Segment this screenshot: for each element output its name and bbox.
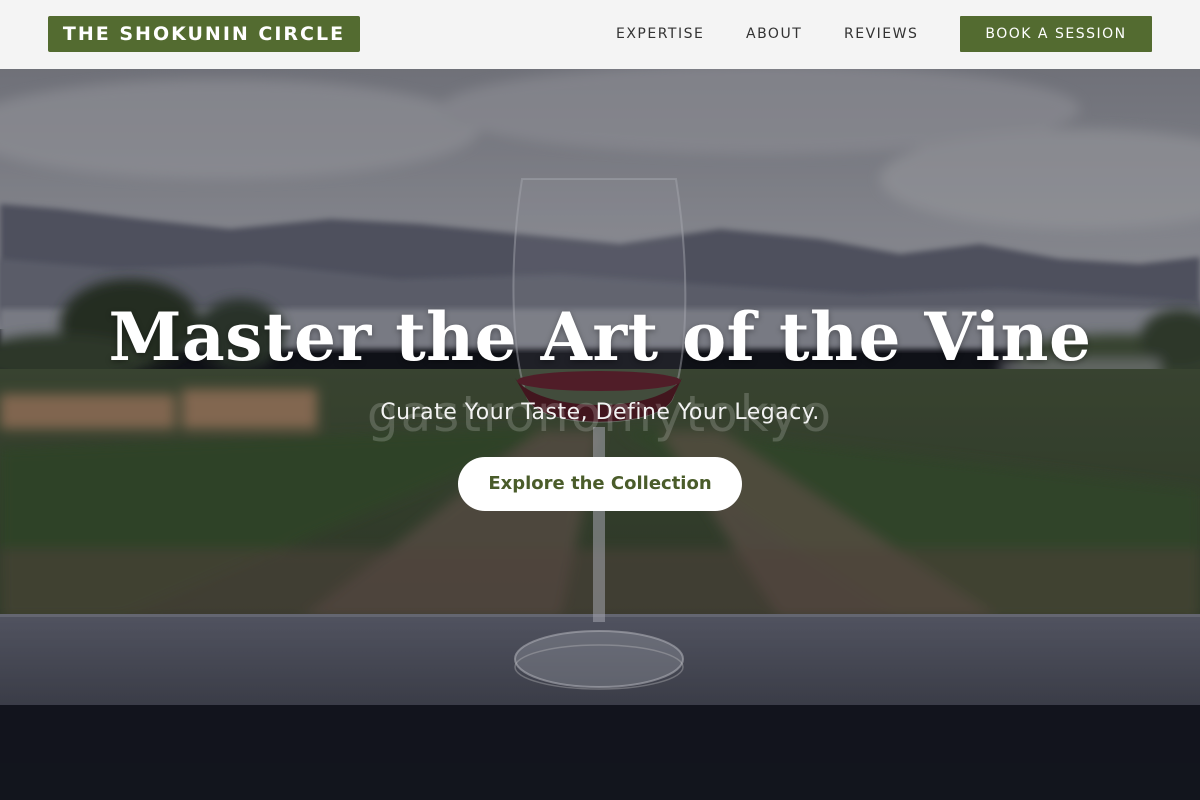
book-session-button[interactable]: BOOK A SESSION: [960, 16, 1152, 52]
nav-link-expertise[interactable]: EXPERTISE: [616, 24, 704, 44]
hero-section: gastronomytokyo Master the Art of the Vi…: [0, 69, 1200, 800]
site-header: THE SHOKUNIN CIRCLE EXPERTISE ABOUT REVI…: [0, 0, 1200, 69]
nav-link-about[interactable]: ABOUT: [746, 24, 802, 44]
nav-link-reviews[interactable]: REVIEWS: [844, 24, 918, 44]
hero-subtitle: Curate Your Taste, Define Your Legacy.: [380, 400, 820, 425]
hero-title: Master the Art of the Vine: [108, 298, 1092, 376]
logo[interactable]: THE SHOKUNIN CIRCLE: [48, 16, 360, 52]
explore-collection-button[interactable]: Explore the Collection: [458, 457, 742, 511]
